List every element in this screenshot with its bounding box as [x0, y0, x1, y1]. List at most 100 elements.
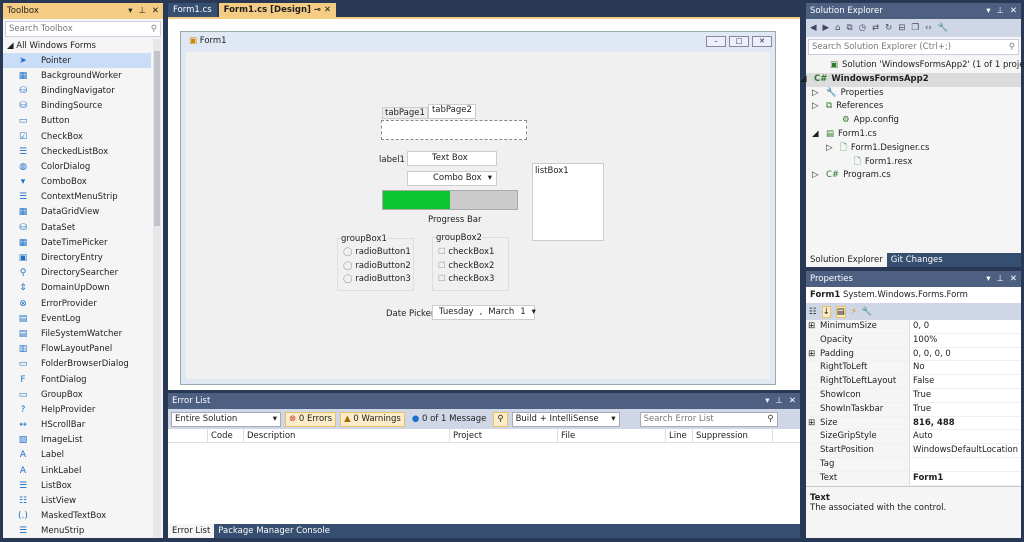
property-value[interactable]: 0, 0, 0, 0	[909, 347, 1021, 361]
pin-icon[interactable]: ⊥	[996, 6, 1003, 16]
expand-icon[interactable]: ⊞	[808, 320, 815, 334]
toolbox-item[interactable]: ⚲ DirectorySearcher	[3, 266, 163, 281]
close-icon[interactable]: ✕	[1010, 274, 1017, 284]
close-icon[interactable]: ✕	[789, 396, 796, 406]
column-header[interactable]: Code	[208, 429, 244, 442]
object-selector[interactable]: Form1 System.Windows.Forms.Form	[806, 287, 1021, 303]
tree-node[interactable]: 🗋 Form1.resx	[806, 156, 1021, 170]
filter-icon[interactable]: ⚲	[493, 411, 508, 427]
tab-page-body[interactable]	[381, 120, 527, 140]
toolbox-item[interactable]: ☑ CheckBox	[3, 129, 163, 144]
toolbox-item[interactable]: ☰ ListBox	[3, 478, 163, 493]
combo-box[interactable]: Combo Box ▾	[407, 171, 497, 186]
tab-error-list[interactable]: Error List	[168, 524, 215, 538]
toolbox-item[interactable]: ↔ HScrollBar	[3, 418, 163, 433]
list-box[interactable]: listBox1	[532, 163, 604, 241]
form-window[interactable]: ▣ Form1 – □ ✕ tabPage1 tabPage2 label1 Text…	[180, 31, 776, 385]
radio-button[interactable]: ◯ radioButton1	[338, 247, 413, 261]
expand-icon[interactable]: ⊞	[808, 348, 815, 362]
property-pages-icon[interactable]: 🔧	[862, 307, 873, 317]
pin-icon[interactable]: ⊸	[314, 5, 321, 15]
toolbox-item[interactable]: A Label	[3, 448, 163, 463]
close-icon[interactable]: ✕	[152, 6, 159, 16]
property-value[interactable]	[909, 457, 1021, 471]
toolbox-scrollbar[interactable]	[153, 39, 161, 538]
messages-filter-button[interactable]: ● 0 of 1 Message	[409, 414, 490, 424]
tab-solution-explorer[interactable]: Solution Explorer	[806, 253, 887, 267]
errors-filter-button[interactable]: ⊗ 0 Errors	[285, 411, 337, 427]
toolbox-item[interactable]: ⇕ DomainUpDown	[3, 281, 163, 296]
refresh-icon[interactable]: ↻	[885, 23, 892, 33]
radio-button[interactable]: ◯ radioButton2	[338, 261, 413, 275]
collapse-icon[interactable]: ⊟	[898, 23, 905, 33]
toolbox-item[interactable]: ▭ GroupBox	[3, 387, 163, 402]
property-value[interactable]: WindowsDefaultLocation	[909, 444, 1021, 457]
tree-node[interactable]: ▷ C# Program.cs	[806, 169, 1021, 183]
property-row[interactable]: ⊞ Padding 0, 0, 0, 0	[806, 347, 1021, 362]
property-row[interactable]: RightToLeft No	[806, 361, 1021, 376]
categorized-icon[interactable]: ☷	[809, 307, 817, 317]
column-header[interactable]: Line	[666, 429, 693, 442]
toolbox-item[interactable]: ▦ DateTimePicker	[3, 235, 163, 250]
column-header[interactable]: Suppression State	[693, 429, 773, 455]
alphabetical-icon[interactable]: ↓	[821, 305, 831, 318]
expand-icon[interactable]: ⊞	[808, 417, 815, 431]
toolbox-item[interactable]: ➤ Pointer	[3, 53, 151, 69]
toolbox-item[interactable]: ☰ ContextMenuStrip	[3, 190, 163, 205]
property-value[interactable]: Auto	[909, 430, 1021, 444]
close-icon[interactable]: ✕	[1010, 6, 1017, 16]
tab-git-changes[interactable]: Git Changes	[887, 253, 947, 267]
close-icon[interactable]: ✕	[324, 5, 331, 15]
toolbox-search-input[interactable]: Search Toolbox ⚲	[5, 21, 161, 37]
radio-button[interactable]: ◯ radioButton3	[338, 274, 413, 288]
property-row[interactable]: SizeGripStyle Auto	[806, 430, 1021, 445]
toolbox-item[interactable]: ▤ EventLog	[3, 311, 163, 326]
property-row[interactable]: ⊞ Size 816, 488	[806, 416, 1021, 431]
toolbox-item[interactable]: ▾ ComboBox	[3, 175, 163, 190]
toolbox-item[interactable]: ☰ CheckedListBox	[3, 144, 163, 159]
toolbox-item[interactable]: ▨ ImageList	[3, 433, 163, 448]
toolbox-item[interactable]: ⛁ DataSet	[3, 220, 163, 235]
tree-node[interactable]: ▷ 🔧 Properties	[806, 87, 1021, 101]
column-header[interactable]: Project	[450, 429, 558, 442]
property-value[interactable]: True	[909, 388, 1021, 402]
property-value[interactable]: No	[909, 361, 1021, 375]
toolbox-item[interactable]: ▥ FlowLayoutPanel	[3, 342, 163, 357]
tree-node[interactable]: ◢ ▤ Form1.cs	[806, 128, 1021, 142]
toolbox-item[interactable]: ▭ FolderBrowserDialog	[3, 357, 163, 372]
toolbox-item[interactable]: ◍ ColorDialog	[3, 159, 163, 174]
property-value[interactable]: Form1	[909, 471, 1021, 485]
tab-package-manager-console[interactable]: Package Manager Console	[214, 524, 334, 538]
property-row[interactable]: ShowIcon True	[806, 388, 1021, 403]
property-value[interactable]: True	[909, 402, 1021, 416]
tab-form1-cs[interactable]: Form1.cs	[168, 3, 217, 17]
property-value[interactable]: 0, 0	[909, 320, 1021, 333]
property-row[interactable]: ⊞ MinimumSize 0, 0	[806, 320, 1021, 334]
pin-icon[interactable]: ⊥	[138, 6, 145, 16]
search-icon[interactable]: ⚲	[151, 24, 157, 34]
toolbox-item[interactable]: ⛁ BindingNavigator	[3, 83, 163, 98]
solution-search-input[interactable]: Search Solution Explorer (Ctrl+;) ⚲	[808, 39, 1019, 55]
events-icon[interactable]: ⚡	[851, 307, 857, 317]
toolbox-item[interactable]: ▭ Button	[3, 114, 163, 129]
toolbox-item[interactable]: A LinkLabel	[3, 463, 163, 478]
checkbox[interactable]: ☐ checkBox2	[433, 261, 508, 275]
warnings-filter-button[interactable]: ▲ 0 Warnings	[340, 411, 405, 427]
toolbox-item[interactable]: ⛁ BindingSource	[3, 99, 163, 114]
expander-icon[interactable]: ▷	[812, 169, 819, 183]
chevron-down-icon[interactable]: ▾	[532, 306, 536, 319]
tree-node[interactable]: ▣ Solution 'WindowsFormsApp2' (1 of 1 pro…	[806, 59, 1024, 73]
toolbox-item[interactable]: ▤ FileSystemWatcher	[3, 326, 163, 341]
toolbox-group[interactable]: ◢ All Windows Forms	[3, 39, 163, 53]
expander-icon[interactable]: ◢	[812, 128, 819, 142]
property-value[interactable]: 100%	[909, 333, 1021, 347]
toolbox-item[interactable]: ☰ MenuStrip	[3, 524, 163, 538]
properties-icon[interactable]: ▤	[835, 305, 846, 318]
build-dropdown[interactable]: Build + IntelliSense ▾	[511, 411, 620, 427]
toolbox-item[interactable]: ? HelpProvider	[3, 402, 163, 417]
expander-icon[interactable]: ◢	[800, 73, 807, 87]
scope-dropdown[interactable]: Entire Solution ▾	[171, 411, 281, 427]
forward-icon[interactable]: ▶	[823, 23, 830, 33]
history-icon[interactable]: ◷	[859, 23, 866, 33]
tab-page1[interactable]: tabPage1	[382, 107, 428, 119]
